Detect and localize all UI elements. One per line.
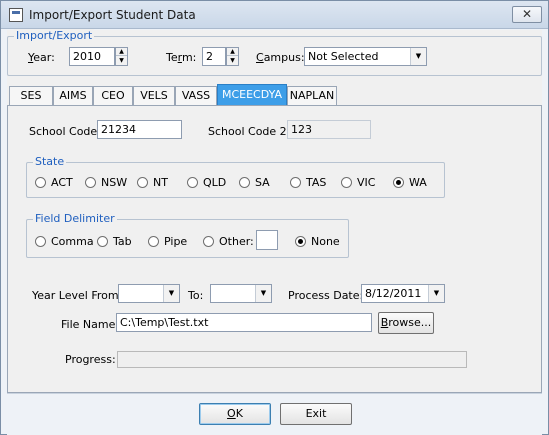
state-group: State ACT NSW NT QLD SA TAS VIC WA [26,155,445,198]
state-group-title: State [33,155,67,168]
spin-up-icon[interactable]: ▲ [116,48,127,56]
radio-icon[interactable] [137,177,148,188]
process-date-label: Process Date: [288,289,364,302]
file-name-input[interactable]: C:\Temp\Test.txt [116,313,372,332]
tab-ceo[interactable]: CEO [93,86,133,105]
radio-icon[interactable] [97,236,108,247]
radio-icon[interactable] [290,177,301,188]
tab-ses[interactable]: SES [9,86,53,105]
spin-down-icon[interactable]: ▼ [116,57,127,65]
year-level-to-label: To: [188,289,204,302]
import-export-group-title: Import/Export [14,29,95,42]
radio-icon[interactable] [148,236,159,247]
file-name-label: File Name: [61,318,120,331]
term-label: Term: [166,51,197,64]
radio-checked-icon[interactable] [295,236,306,247]
chevron-down-icon[interactable]: ▼ [410,48,426,65]
browse-button[interactable]: Browse... [378,312,434,334]
import-export-group: Import/Export Year: 2010 ▲ ▼ Term: 2 ▲ ▼… [7,29,542,76]
title-bar: Import/Export Student Data ✕ [1,1,548,29]
radio-icon[interactable] [35,236,46,247]
tab-vels[interactable]: VELS [133,86,175,105]
radio-icon[interactable] [203,236,214,247]
school-code-2-label: School Code 2: [208,125,291,138]
year-input[interactable]: 2010 [69,47,115,66]
close-icon: ✕ [521,7,533,21]
campus-label: Campus: [256,51,305,64]
year-spinner[interactable]: ▲ ▼ [115,47,128,66]
chevron-down-icon[interactable]: ▼ [163,285,179,302]
year-level-from-label: Year Level From: [32,289,123,302]
exit-button[interactable]: Exit [280,403,352,425]
close-button[interactable]: ✕ [512,6,542,23]
field-delimiter-group: Field Delimiter Comma Tab Pipe Other: No… [26,212,349,258]
radio-icon[interactable] [35,177,46,188]
dialog-content: Import/Export Year: 2010 ▲ ▼ Term: 2 ▲ ▼… [7,29,542,393]
app-window-icon [9,8,23,22]
term-spinner[interactable]: ▲ ▼ [226,47,239,66]
year-level-to-select[interactable]: ▼ [210,284,272,303]
chevron-down-icon[interactable]: ▼ [255,285,271,302]
radio-icon[interactable] [85,177,96,188]
calendar-dropdown-icon[interactable]: ▼ [428,285,444,302]
tab-mceecdya[interactable]: MCEECDYA [217,84,287,105]
campus-select[interactable]: Not Selected ▼ [304,47,427,66]
window-title: Import/Export Student Data [29,8,196,22]
delimiter-other-input[interactable] [256,230,278,250]
year-label: Year: [28,51,55,64]
radio-checked-icon[interactable] [393,177,404,188]
school-code-input[interactable]: 21234 [97,120,182,139]
process-date-value: 8/12/2011 [365,287,422,300]
year-level-from-select[interactable]: ▼ [118,284,180,303]
tab-naplan[interactable]: NAPLAN [287,86,337,105]
school-code-2-input: 123 [287,120,371,139]
ok-button[interactable]: OK [199,403,271,425]
term-input[interactable]: 2 [202,47,226,66]
progress-bar [117,351,467,368]
tab-aims[interactable]: AIMS [53,86,93,105]
progress-label: Progress: [65,353,116,366]
spin-down-icon[interactable]: ▼ [227,57,238,65]
spin-up-icon[interactable]: ▲ [227,48,238,56]
school-code-label: School Code: [29,125,101,138]
field-delimiter-group-title: Field Delimiter [33,212,117,225]
tab-vass[interactable]: VASS [175,86,217,105]
radio-icon[interactable] [341,177,352,188]
dialog-footer: OK Exit [7,393,542,435]
dialog-window: Import/Export Student Data ✕ Import/Expo… [0,0,549,435]
radio-icon[interactable] [239,177,250,188]
mceecdya-tab-panel: School Code: 21234 School Code 2: 123 St… [7,105,542,393]
radio-icon[interactable] [187,177,198,188]
campus-select-value: Not Selected [308,50,379,63]
process-date-picker[interactable]: 8/12/2011 ▼ [361,284,445,303]
